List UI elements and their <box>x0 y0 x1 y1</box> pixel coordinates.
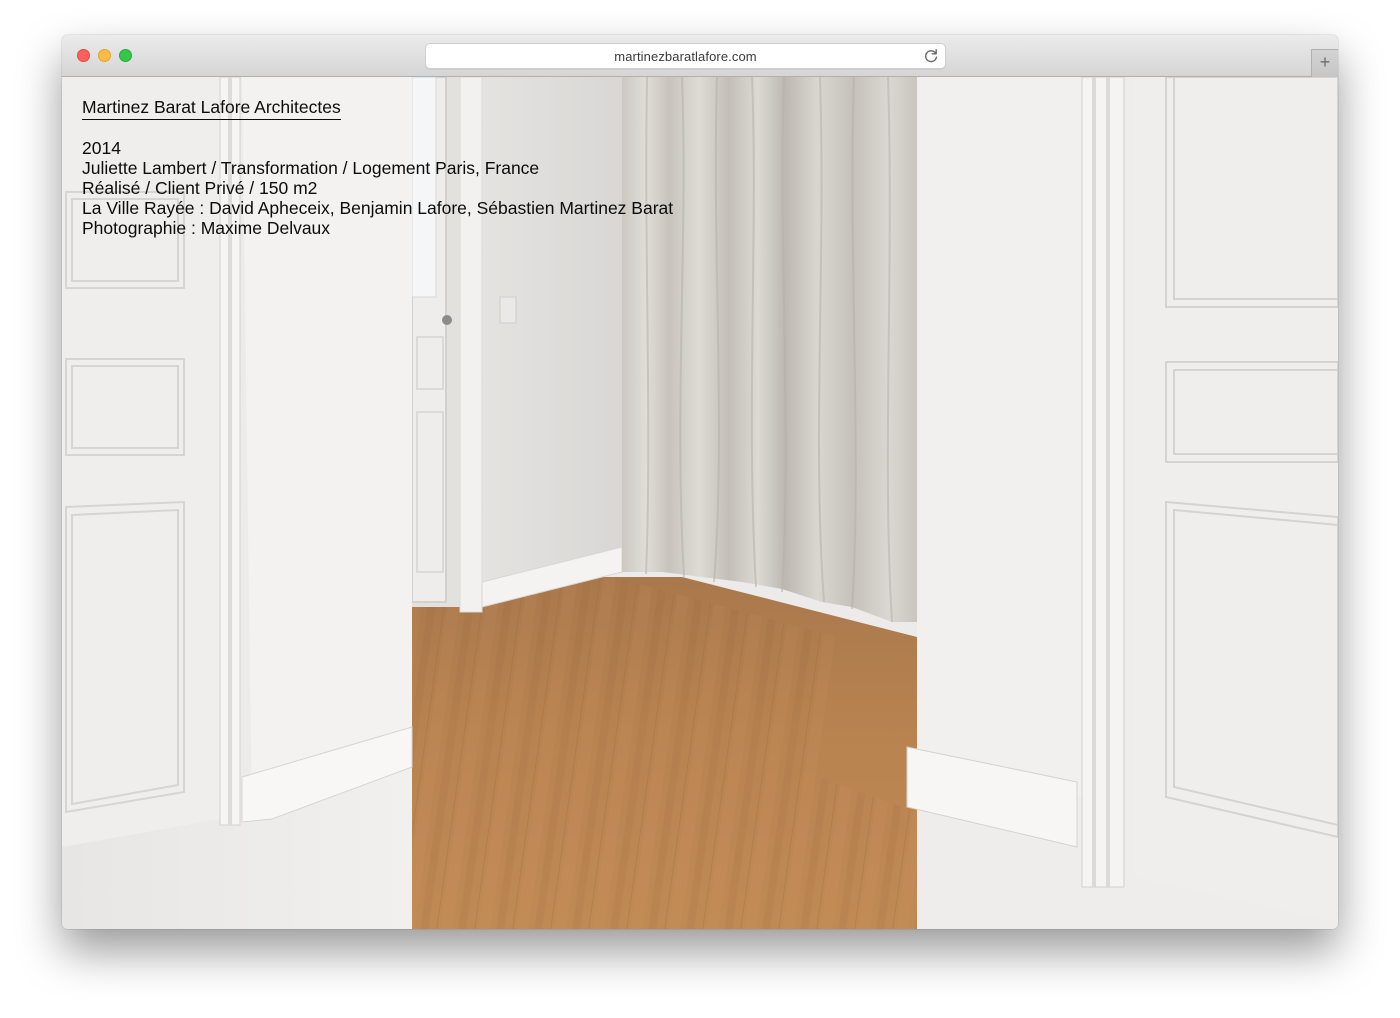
browser-window: martinezbaratlafore.com + Martinez Barat… <box>62 35 1338 929</box>
page-content: Martinez Barat Lafore Architectes 2014 J… <box>62 77 1338 929</box>
maximize-window-button[interactable] <box>119 49 132 62</box>
project-info: Martinez Barat Lafore Architectes 2014 J… <box>82 97 673 238</box>
project-team: La Ville Rayée : David Apheceix, Benjami… <box>82 198 674 218</box>
browser-toolbar: martinezbaratlafore.com + <box>62 35 1338 77</box>
site-brand-link[interactable]: Martinez Barat Lafore Architectes <box>82 97 341 120</box>
address-bar-url: martinezbaratlafore.com <box>614 49 757 64</box>
close-window-button[interactable] <box>77 49 90 62</box>
project-year: 2014 <box>82 138 121 158</box>
address-bar[interactable]: martinezbaratlafore.com <box>425 43 946 69</box>
project-title: Juliette Lambert / Transformation / Loge… <box>82 158 540 178</box>
project-status: Réalisé / Client Privé / 150 m2 <box>82 178 318 198</box>
new-tab-button[interactable]: + <box>1311 49 1338 77</box>
project-photography: Photographie : Maxime Delvaux <box>82 218 331 238</box>
minimize-window-button[interactable] <box>98 49 111 62</box>
reload-icon[interactable] <box>923 48 939 64</box>
